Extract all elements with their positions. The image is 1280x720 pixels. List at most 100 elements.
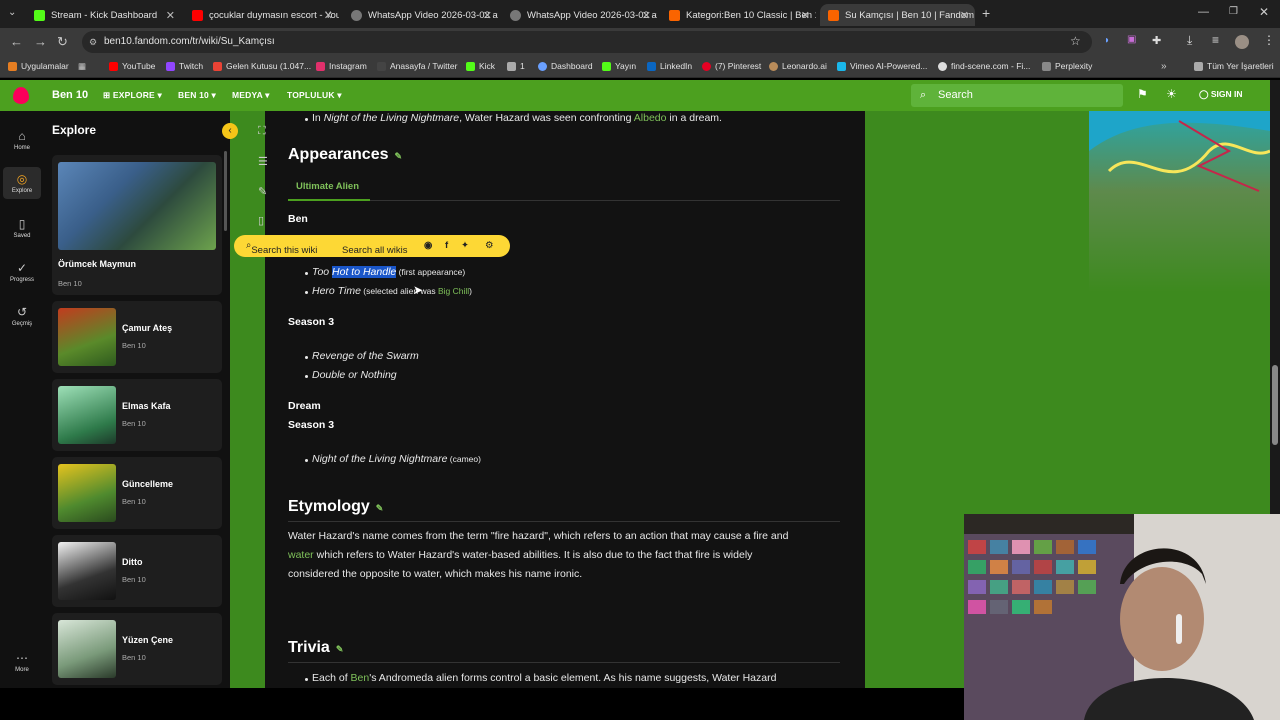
url-field[interactable]: ⚙ ben10.fandom.com/tr/wiki/Su_Kamçısı <box>82 31 1092 53</box>
settings-icon[interactable]: ⚙ <box>485 240 494 251</box>
star-icon[interactable]: ☆ <box>1070 34 1081 48</box>
toc-icon[interactable]: ☰ <box>258 155 268 168</box>
tab-groups-icon[interactable]: ≡ <box>1212 33 1219 47</box>
search-this-wiki-button[interactable]: ⌕ Search this wiki <box>246 240 317 256</box>
nav-medya[interactable]: MEDYA ▾ <box>232 90 270 101</box>
appearance-item[interactable]: Double or Nothing <box>312 369 397 381</box>
water-link[interactable]: water <box>288 549 314 561</box>
ben-link[interactable]: Ben <box>351 672 370 684</box>
card-thumbnail <box>58 464 116 522</box>
download-icon[interactable]: ⤓ <box>1187 33 1192 48</box>
tab-ultimate-alien[interactable]: Ultimate Alien <box>288 179 370 201</box>
rail-more[interactable]: ⋯ More <box>0 651 44 673</box>
bookmark-instagram[interactable]: Instagram <box>316 61 367 71</box>
forward-icon[interactable]: → <box>34 34 47 49</box>
rail-home[interactable]: ⌂ Home <box>0 129 44 151</box>
explore-card[interactable]: Ditto Ben 10 <box>52 535 222 607</box>
close-icon[interactable]: ✕ <box>324 9 333 22</box>
bookmark-twitch[interactable]: Twitch <box>166 61 203 71</box>
wiki-name[interactable]: Ben 10 <box>52 89 88 101</box>
browser-tab[interactable]: WhatsApp Video 2026-03-02 at ✕ <box>343 4 498 26</box>
discussions-icon[interactable]: ⚑ <box>1137 87 1148 101</box>
nav-ben10[interactable]: BEN 10 ▾ <box>178 90 216 101</box>
rail-saved[interactable]: ▯ Saved <box>0 217 44 239</box>
episode-title[interactable]: Hero Time <box>312 285 361 297</box>
ad-banner-image[interactable] <box>1089 111 1270 514</box>
scrollbar-thumb[interactable] <box>1272 365 1278 445</box>
big-chill-link[interactable]: Big Chill <box>438 286 469 296</box>
bookmark-vimeo[interactable]: Vimeo AI-Powered... <box>837 61 927 71</box>
rail-explore[interactable]: ◎ Explore <box>3 167 41 199</box>
bookmark-findscene[interactable]: find-scene.com - Fi... <box>938 61 1030 71</box>
browser-tab[interactable]: Stream - Kick Dashboard ✕ <box>26 4 181 26</box>
puzzle-icon[interactable]: ✚ <box>1152 34 1161 47</box>
explore-card[interactable]: Güncelleme Ben 10 <box>52 457 222 529</box>
bookmark-leonardo[interactable]: Leonardo.ai <box>769 61 827 71</box>
episode-title[interactable]: Night of the Living Nightmare <box>312 453 447 465</box>
bookmark-gmail[interactable]: Gelen Kutusu (1.047... <box>213 61 311 71</box>
fandom-logo-icon[interactable] <box>13 87 29 104</box>
bookmark-perplexity[interactable]: Perplexity <box>1042 61 1092 71</box>
close-icon[interactable]: ✕ <box>483 9 492 22</box>
save-icon[interactable]: ▯ <box>258 214 264 227</box>
bookmark-label: Tüm Yer İşaretleri <box>1207 61 1274 71</box>
bookmark-yayin[interactable]: Yayın <box>602 61 636 71</box>
selected-text[interactable]: Hot to Handle <box>332 266 397 278</box>
appearance-item[interactable]: Revenge of the Swarm <box>312 350 419 362</box>
featured-card[interactable]: Örümcek Maymun Ben 10 <box>52 155 222 295</box>
bookmark-twitter[interactable]: Anasayfa / Twitter <box>377 61 457 71</box>
browser-tab[interactable]: çocuklar duymasın escort - You ✕ <box>184 4 339 26</box>
edit-pencil-icon[interactable]: ✎ <box>258 185 267 198</box>
panel-scrollbar[interactable] <box>224 151 227 231</box>
edit-section-icon[interactable]: ✎ <box>336 644 344 654</box>
back-icon[interactable]: ← <box>10 34 23 49</box>
bookmark-kick[interactable]: Kick <box>466 61 495 71</box>
explore-card[interactable]: Elmas Kafa Ben 10 <box>52 379 222 451</box>
twitter-icon[interactable]: ✦ <box>461 240 469 251</box>
edit-section-icon[interactable]: ✎ <box>376 503 384 513</box>
reddit-icon[interactable]: ◉ <box>424 240 432 251</box>
menu-icon[interactable]: ⋮ <box>1263 33 1275 47</box>
close-icon[interactable]: ✕ <box>166 9 175 22</box>
restore-icon[interactable]: ❐ <box>1229 6 1238 17</box>
grid-icon[interactable]: ▦ <box>78 61 86 72</box>
theme-icon[interactable]: ☀ <box>1166 87 1177 101</box>
bookmark-apps[interactable]: Uygulamalar <box>8 61 69 71</box>
nav-topluluk[interactable]: TOPLULUK ▾ <box>287 90 342 101</box>
close-icon[interactable]: ✕ <box>642 9 651 22</box>
bookmark-linkedin[interactable]: LinkedIn <box>647 61 692 71</box>
bookmark-all[interactable]: Tüm Yer İşaretleri <box>1194 61 1274 71</box>
bookmark-pinterest[interactable]: (7) Pinterest <box>702 61 761 71</box>
bookmark-label: Leonardo.ai <box>782 61 827 71</box>
chevron-right-icon[interactable]: » <box>1161 61 1167 72</box>
rail-history[interactable]: ↺ Geçmiş <box>0 305 44 327</box>
new-tab-icon[interactable]: + <box>982 5 990 21</box>
extension-icon[interactable]: ◗ <box>1104 35 1110 46</box>
tab-search-icon[interactable]: ⌄ <box>8 7 16 18</box>
close-icon[interactable]: ✕ <box>801 9 810 22</box>
bookmark-youtube[interactable]: YouTube <box>109 61 155 71</box>
bookmark-dashboard[interactable]: Dashboard <box>538 61 593 71</box>
explore-card[interactable]: Yüzen Çene Ben 10 <box>52 613 222 685</box>
browser-tab[interactable]: Kategori:Ben 10 Classic | Ben 10 ✕ <box>661 4 816 26</box>
facebook-icon[interactable]: f <box>445 240 448 251</box>
site-info-icon[interactable]: ⚙ <box>89 31 97 53</box>
albedo-link[interactable]: Albedo <box>634 112 667 124</box>
explore-card[interactable]: Çamur Ateş Ben 10 <box>52 301 222 373</box>
reload-icon[interactable]: ↻ <box>57 34 68 50</box>
browser-tab[interactable]: WhatsApp Video 2026-03-02 at ✕ <box>502 4 657 26</box>
sign-in-button[interactable]: ◯ SIGN IN <box>1199 89 1243 100</box>
extension-icon[interactable]: ▣ <box>1127 34 1136 45</box>
edit-section-icon[interactable]: ✎ <box>395 151 403 161</box>
close-icon[interactable]: ✕ <box>960 9 969 22</box>
fullscreen-icon[interactable]: ⛶ <box>258 125 266 138</box>
rail-progress[interactable]: ✓ Progress <box>0 261 44 283</box>
minimize-icon[interactable]: — <box>1198 6 1209 18</box>
collapse-panel-button[interactable]: ‹ <box>222 123 238 139</box>
avatar[interactable] <box>1235 35 1249 49</box>
bookmark-folder[interactable]: 1 <box>507 61 525 71</box>
close-window-icon[interactable]: ✕ <box>1259 5 1269 19</box>
wiki-search-input[interactable]: ⌕ Search <box>911 84 1123 107</box>
browser-tab-active[interactable]: Su Kamçısı | Ben 10 | Fandom ✕ <box>820 4 975 26</box>
nav-explore[interactable]: ⊞ EXPLORE ▾ <box>103 90 162 101</box>
